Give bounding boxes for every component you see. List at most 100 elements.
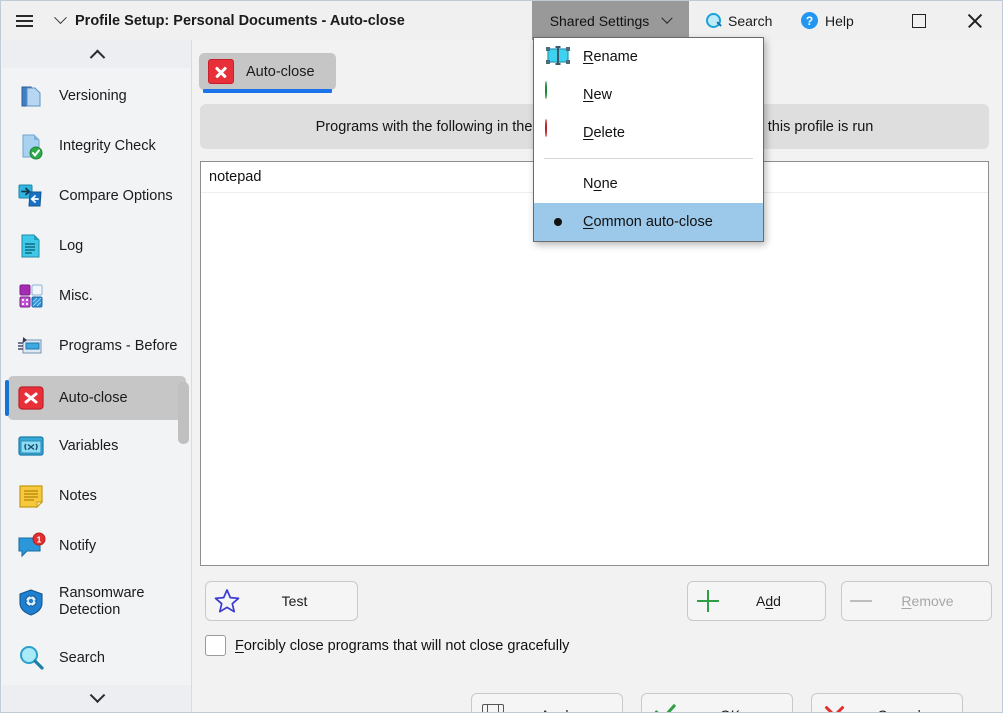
versioning-icon bbox=[16, 81, 46, 111]
close-button[interactable] bbox=[951, 1, 997, 40]
radio-indicator-selected bbox=[545, 218, 571, 226]
auto-close-red-x-icon bbox=[208, 59, 234, 84]
remove-button[interactable]: Remove bbox=[841, 581, 992, 621]
sidebar-item-label: Notes bbox=[59, 487, 97, 504]
sidebar-item-label: Variables bbox=[59, 437, 119, 454]
hamburger-menu-icon[interactable] bbox=[1, 1, 47, 40]
menu-separator bbox=[544, 158, 753, 159]
plus-icon bbox=[696, 589, 720, 613]
minus-icon bbox=[850, 599, 872, 603]
ransomware-detection-icon bbox=[16, 587, 46, 617]
integrity-check-icon bbox=[16, 131, 46, 161]
sidebar-item-integrity-check[interactable]: Integrity Check bbox=[8, 126, 186, 166]
menu-option-none[interactable]: None bbox=[534, 165, 763, 203]
shared-settings-dropdown-menu: Rename New Delete None Common auto-close bbox=[533, 37, 764, 242]
sidebar-item-search[interactable]: Search bbox=[8, 638, 186, 678]
remove-button-label: Remove bbox=[901, 593, 954, 609]
test-button-label: Test bbox=[281, 593, 308, 609]
maximize-button[interactable] bbox=[896, 1, 942, 40]
sidebar-item-label: Programs - Before bbox=[59, 337, 178, 354]
chevron-down-icon bbox=[89, 686, 105, 703]
titlebar-search-label: Search bbox=[728, 12, 773, 29]
x-icon bbox=[822, 703, 846, 713]
checkbox-box[interactable] bbox=[205, 635, 226, 656]
tab-auto-close[interactable]: Auto-close bbox=[199, 53, 336, 93]
auto-close-icon bbox=[16, 383, 46, 413]
star-icon bbox=[214, 588, 240, 614]
rename-icon bbox=[545, 44, 571, 70]
titlebar-help-button[interactable]: ? Help bbox=[801, 1, 854, 40]
forcibly-close-label: Forcibly close programs that will not cl… bbox=[235, 637, 570, 654]
sidebar-scroll-up-button[interactable] bbox=[2, 40, 191, 68]
sidebar-scrollbar-track[interactable] bbox=[178, 68, 190, 685]
check-icon bbox=[652, 704, 678, 713]
menu-item-label: Delete bbox=[583, 125, 625, 141]
sidebar-item-ransomware-detection[interactable]: Ransomware Detection bbox=[8, 576, 186, 628]
help-icon: ? bbox=[801, 12, 818, 29]
sidebar-item-log[interactable]: Log bbox=[8, 226, 186, 266]
sidebar-item-variables[interactable]: Variables bbox=[8, 426, 186, 466]
delete-minus-icon bbox=[545, 119, 571, 146]
save-disk-icon bbox=[482, 703, 504, 712]
menu-option-common-auto-close[interactable]: Common auto-close bbox=[534, 203, 763, 241]
sidebar-item-label: Search bbox=[59, 649, 105, 666]
chevron-down-icon bbox=[661, 12, 673, 24]
sidebar-item-label: Ransomware Detection bbox=[59, 585, 145, 618]
close-icon bbox=[966, 12, 983, 29]
test-button[interactable]: Test bbox=[205, 581, 358, 621]
shared-settings-label: Shared Settings bbox=[549, 12, 650, 29]
menu-item-delete[interactable]: Delete bbox=[534, 114, 763, 152]
sidebar-scroll-down-button[interactable] bbox=[2, 685, 191, 712]
compare-options-icon bbox=[16, 181, 46, 211]
sidebar-item-label: Misc. bbox=[59, 287, 93, 304]
sidebar-item-versioning[interactable]: Versioning bbox=[8, 76, 186, 116]
variables-icon bbox=[16, 431, 46, 461]
sidebar-item-auto-close[interactable]: Auto-close bbox=[5, 376, 186, 420]
svg-text:1: 1 bbox=[37, 534, 42, 544]
sidebar: Versioning Integrity Check Compare Optio… bbox=[2, 40, 192, 712]
sidebar-item-label: Auto-close bbox=[59, 389, 128, 406]
maximize-icon bbox=[912, 13, 926, 28]
ok-button-label: OK bbox=[678, 707, 782, 713]
apply-button[interactable]: Apply bbox=[471, 693, 623, 713]
sidebar-item-programs-before[interactable]: Programs - Before bbox=[8, 326, 186, 366]
sidebar-item-notes[interactable]: Notes bbox=[8, 476, 186, 516]
profile-setup-window: Profile Setup: Personal Documents - Auto… bbox=[0, 0, 1003, 713]
sidebar-item-label: Compare Options bbox=[59, 187, 173, 204]
search-icon bbox=[16, 643, 46, 673]
sidebar-item-label: Log bbox=[59, 237, 84, 254]
cancel-button-label: Cancel bbox=[846, 707, 952, 713]
add-button[interactable]: Add bbox=[687, 581, 826, 621]
sidebar-item-label: Integrity Check bbox=[59, 137, 156, 154]
titlebar-search-button[interactable]: Search bbox=[706, 1, 772, 40]
log-icon bbox=[16, 231, 46, 261]
misc-icon bbox=[16, 281, 46, 311]
titlebar-help-label: Help bbox=[825, 12, 854, 29]
window-title: Profile Setup: Personal Documents - Auto… bbox=[75, 12, 405, 29]
shared-settings-button[interactable]: Shared Settings bbox=[532, 1, 689, 40]
cancel-button[interactable]: Cancel bbox=[811, 693, 963, 713]
notify-icon: 1 bbox=[16, 531, 46, 561]
menu-item-new[interactable]: New bbox=[534, 76, 763, 114]
chevron-up-icon bbox=[89, 49, 105, 65]
sidebar-item-compare-options[interactable]: Compare Options bbox=[8, 176, 186, 216]
tab-label: Auto-close bbox=[246, 63, 315, 80]
sidebar-item-label: Versioning bbox=[59, 87, 127, 104]
sidebar-item-misc[interactable]: Misc. bbox=[8, 276, 186, 316]
sidebar-item-list: Versioning Integrity Check Compare Optio… bbox=[2, 68, 191, 685]
menu-item-rename[interactable]: Rename bbox=[534, 38, 763, 76]
sidebar-item-notify[interactable]: 1 Notify bbox=[8, 526, 186, 566]
chevron-down-icon[interactable] bbox=[47, 1, 73, 40]
add-button-label: Add bbox=[756, 593, 781, 609]
programs-before-icon bbox=[16, 331, 46, 361]
ok-button[interactable]: OK bbox=[641, 693, 793, 713]
menu-item-label: New bbox=[583, 87, 613, 103]
search-icon bbox=[706, 13, 721, 28]
apply-button-label: Apply bbox=[504, 707, 612, 713]
title-bar: Profile Setup: Personal Documents - Auto… bbox=[1, 1, 1002, 40]
menu-option-label: Common auto-close bbox=[583, 214, 713, 230]
forcibly-close-checkbox[interactable]: Forcibly close programs that will not cl… bbox=[205, 635, 569, 656]
sidebar-item-label: Notify bbox=[59, 537, 97, 554]
sidebar-scrollbar-thumb[interactable] bbox=[178, 382, 189, 444]
new-plus-icon bbox=[545, 81, 571, 108]
